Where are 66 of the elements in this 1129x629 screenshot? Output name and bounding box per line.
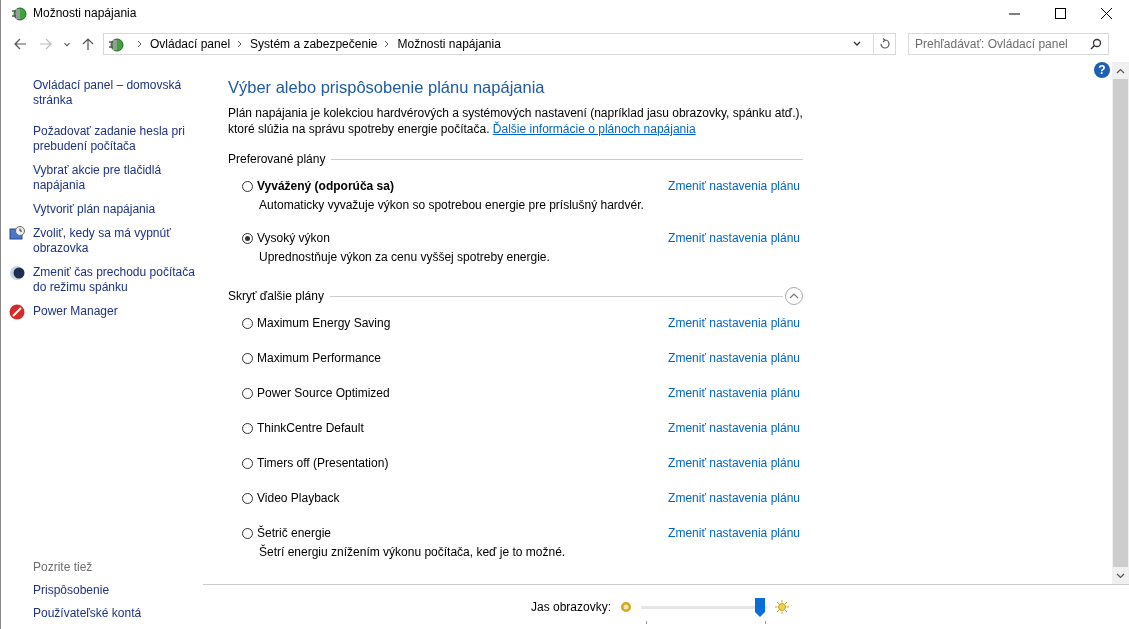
moon-icon <box>9 265 25 281</box>
sidebar-link[interactable]: Ovládací panel – domovská stránka <box>33 78 198 108</box>
more-info-link[interactable]: Ďalšie informácie o plánoch napájania <box>492 122 696 136</box>
brightness-label: Jas obrazovky: <box>531 600 612 614</box>
search-icon <box>1090 38 1102 50</box>
power-plug-icon <box>11 5 27 21</box>
power-plug-icon <box>108 36 124 52</box>
breadcrumb[interactable]: Ovládací panel <box>150 37 231 51</box>
change-settings-link[interactable]: Zmeniť nastavenia plánu <box>668 456 800 470</box>
plan-description: Automaticky vyvažuje výkon so spotrebou energie pre príslušný hardvér. <box>258 198 645 212</box>
caret-up-icon <box>1116 67 1125 74</box>
change-settings-link[interactable]: Zmeniť nastavenia plánu <box>668 421 800 435</box>
intro-text: Plán napájania je kolekciou hardvérových a systémových nastavení (napríklad jasu obrazovky, spánku atď.), ktoré slúžia na správu spotreby energie počítača. Ďalšie informácie o plánoch napájania <box>228 105 804 137</box>
plan-name: Maximum Energy Saving <box>257 316 391 330</box>
breadcrumb[interactable]: Systém a zabezpečenie <box>250 37 378 51</box>
power-manager-icon <box>9 304 25 320</box>
chevron-icon <box>136 40 144 48</box>
change-settings-link[interactable]: Zmeniť nastavenia plánu <box>668 231 800 264</box>
plan-description: Šetrí energiu znížením výkonu počítača, keď je to možné. <box>258 545 567 559</box>
plan-name: Vyvážený (odporúča sa) <box>257 179 394 193</box>
change-settings-link[interactable]: Zmeniť nastavenia plánu <box>668 179 800 212</box>
sidebar-link[interactable]: Zmeniť čas prechodu počítača do režimu spánku <box>33 265 198 295</box>
slider-thumb[interactable] <box>754 598 765 617</box>
sidebar-link[interactable]: Vytvoriť plán napájania <box>33 202 198 217</box>
plan-name: Šetrič energie <box>257 526 332 540</box>
breadcrumb[interactable]: Možnosti napájania <box>397 37 501 51</box>
scrollbar[interactable] <box>1112 62 1129 584</box>
dim-sun-icon <box>619 600 634 614</box>
search-field[interactable]: Prehľadávať: Ovládací panel <box>908 33 1109 55</box>
plan-name: Maximum Performance <box>257 351 382 365</box>
sidebar-link[interactable]: Vybrať akcie pre tlačidlá napájania <box>33 163 198 193</box>
sidebar-link[interactable]: Požadovať zadanie hesla pri prebudení počítača <box>33 124 198 154</box>
up-arrow-icon <box>81 37 95 51</box>
window-title: Možnosti napájania <box>33 6 138 20</box>
forward-arrow-icon <box>39 37 53 51</box>
plan-name: Timers off (Presentation) <box>257 456 389 470</box>
caret-down-icon <box>1116 572 1125 579</box>
refresh-icon <box>878 38 891 50</box>
collapse-button[interactable] <box>785 287 803 305</box>
back-arrow-icon <box>13 37 27 51</box>
change-settings-link[interactable]: Zmeniť nastavenia plánu <box>668 526 800 559</box>
maximize-icon <box>1054 7 1066 19</box>
bright-sun-icon <box>775 600 790 614</box>
plan-name: ThinkCentre Default <box>257 421 364 435</box>
page-heading: Výber alebo prispôsobenie plánu napájania <box>228 78 546 97</box>
see-also-link[interactable]: Prispôsobenie <box>1 583 110 597</box>
close-icon <box>1100 7 1112 19</box>
change-settings-link[interactable]: Zmeniť nastavenia plánu <box>668 351 800 365</box>
section-heading: Skryť ďalšie plány <box>228 289 324 303</box>
sidebar-link[interactable]: Power Manager <box>33 304 198 319</box>
help-button[interactable]: ? <box>1094 62 1110 78</box>
plan-name: Power Source Optimized <box>257 386 390 400</box>
section-heading: Preferované plány <box>228 152 326 166</box>
sidebar-link[interactable]: Zvoliť, kedy sa má vypnúť obrazovka <box>33 226 198 256</box>
plan-description: Uprednostňuje výkon za cenu vyššej spotreby energie. <box>258 250 551 264</box>
monitor-clock-icon <box>9 226 25 242</box>
change-settings-link[interactable]: Zmeniť nastavenia plánu <box>668 316 800 330</box>
address-bar[interactable]: Ovládací panel Systém a zabezpečenie Možnosti napájania <box>103 33 896 55</box>
scroll-thumb[interactable] <box>1113 79 1128 567</box>
change-settings-link[interactable]: Zmeniť nastavenia plánu <box>668 491 800 505</box>
see-also-heading: Pozrite tiež <box>32 560 94 574</box>
plan-name: Vysoký výkon <box>257 231 330 245</box>
see-also-link[interactable]: Používateľské kontá <box>1 606 142 620</box>
change-settings-link[interactable]: Zmeniť nastavenia plánu <box>668 386 800 400</box>
collapse-chevron-icon <box>785 287 803 305</box>
plan-name: Video Playback <box>257 491 340 505</box>
